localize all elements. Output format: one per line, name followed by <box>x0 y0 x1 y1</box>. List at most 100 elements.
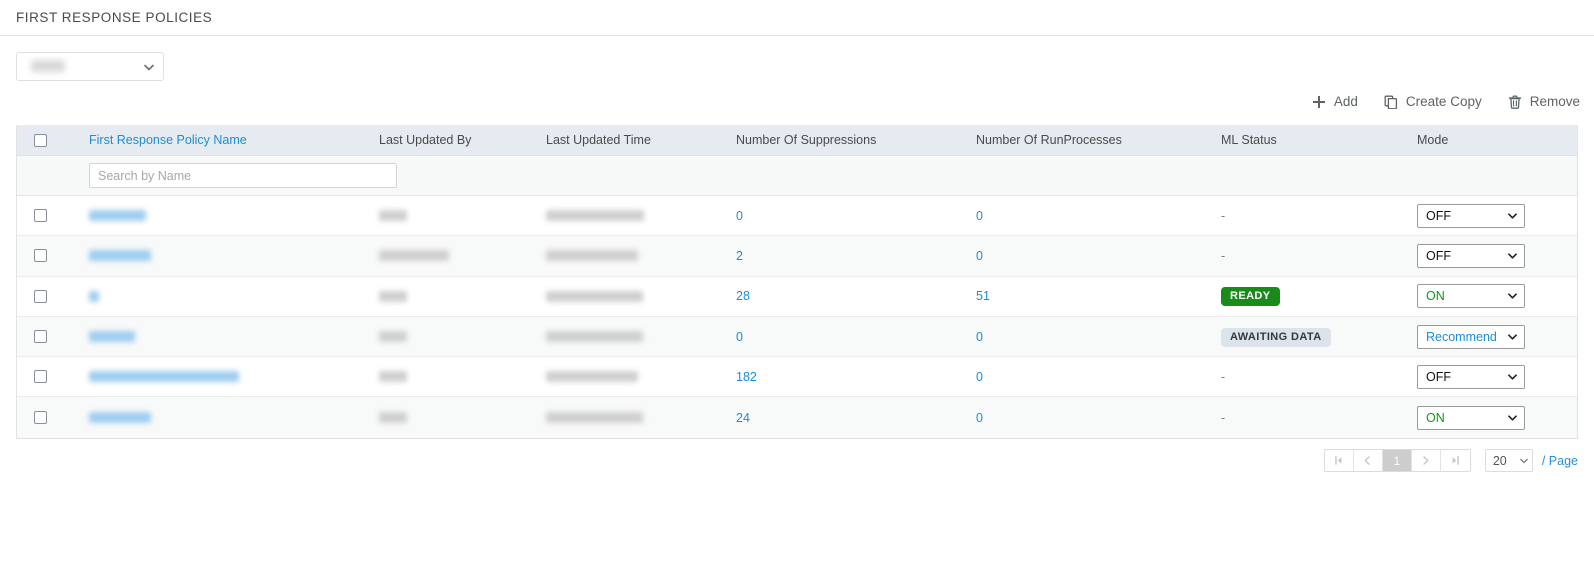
mode-dropdown[interactable]: OFFONRecommend <box>1417 203 1525 228</box>
policy-filter-select[interactable] <box>16 52 164 81</box>
mode-cell: OFFONRecommend <box>1417 324 1577 349</box>
add-button[interactable]: Add <box>1312 94 1358 109</box>
policy-name-link[interactable] <box>89 290 99 302</box>
chevron-down-icon <box>1508 413 1517 422</box>
policy-name-cell[interactable] <box>54 409 379 427</box>
policy-name-cell[interactable] <box>54 368 379 386</box>
updated-time-value <box>546 330 643 342</box>
row-checkbox[interactable] <box>34 249 47 263</box>
policy-name-link[interactable] <box>89 209 146 221</box>
updated-time-value <box>546 371 638 383</box>
column-header-runprocesses[interactable]: Number Of RunProcesses <box>976 133 1221 147</box>
runprocesses-link[interactable]: 51 <box>976 289 990 303</box>
row-checkbox[interactable] <box>34 330 47 344</box>
table-row[interactable]: 0 0 - OFFONRecommend <box>17 196 1577 237</box>
row-checkbox[interactable] <box>34 209 47 223</box>
mode-cell: OFFONRecommend <box>1417 364 1577 389</box>
runprocesses-link[interactable]: 0 <box>976 330 983 344</box>
policy-name-cell[interactable] <box>54 247 379 265</box>
next-page-button[interactable] <box>1411 450 1441 471</box>
updated-by-cell <box>379 409 546 427</box>
mode-dropdown[interactable]: OFFONRecommend <box>1417 324 1525 349</box>
table-row[interactable]: 28 51 READY OFFONRecommend <box>17 276 1577 317</box>
updated-time-cell <box>546 328 736 346</box>
last-page-icon <box>1452 456 1459 465</box>
mode-cell: OFFONRecommend <box>1417 284 1577 309</box>
mode-dropdown[interactable]: OFFONRecommend <box>1417 243 1525 268</box>
ml-status-cell: - <box>1221 409 1417 427</box>
row-checkbox[interactable] <box>34 289 47 303</box>
runprocesses-link[interactable]: 0 <box>976 249 983 263</box>
ml-status-cell: - <box>1221 207 1417 225</box>
column-header-ml-status[interactable]: ML Status <box>1221 133 1417 147</box>
name-search-cell <box>54 163 397 188</box>
plus-icon <box>1312 94 1327 109</box>
suppressions-link[interactable]: 24 <box>736 411 750 425</box>
select-all-checkbox[interactable] <box>34 133 47 147</box>
column-header-suppressions[interactable]: Number Of Suppressions <box>736 133 976 147</box>
page-number-1[interactable]: 1 <box>1382 450 1412 471</box>
updated-time-value <box>546 209 644 221</box>
page-size-dropdown[interactable]: 102050100 <box>1484 449 1533 472</box>
row-checkbox[interactable] <box>34 370 47 384</box>
add-label: Add <box>1333 93 1358 109</box>
mode-dropdown[interactable]: OFFONRecommend <box>1417 284 1525 309</box>
first-response-policies-page: FIRST RESPONSE POLICIES Add Create Copy … <box>0 0 1594 561</box>
policy-name-link[interactable] <box>89 330 135 342</box>
column-header-updated-by[interactable]: Last Updated By <box>379 133 546 147</box>
first-page-button[interactable] <box>1324 450 1354 471</box>
policy-filter-dropdown[interactable] <box>16 52 164 81</box>
row-select-cell <box>17 289 54 303</box>
suppressions-cell: 2 <box>736 247 976 265</box>
mode-dropdown[interactable]: OFFONRecommend <box>1417 364 1525 389</box>
updated-time-value <box>546 250 638 262</box>
per-page-label: / Page <box>1541 453 1578 468</box>
prev-page-button[interactable] <box>1353 450 1383 471</box>
updated-time-cell <box>546 368 736 386</box>
updated-by-value <box>379 209 407 221</box>
runprocesses-link[interactable]: 0 <box>976 411 983 425</box>
table-filter-row <box>17 156 1577 196</box>
row-select-cell <box>17 249 54 263</box>
suppressions-cell: 28 <box>736 287 976 305</box>
policy-name-link[interactable] <box>89 250 151 262</box>
row-checkbox[interactable] <box>34 411 47 425</box>
suppressions-cell: 0 <box>736 207 976 225</box>
updated-time-value <box>546 290 643 302</box>
create-copy-button[interactable]: Create Copy <box>1384 94 1482 109</box>
column-header-mode[interactable]: Mode <box>1417 133 1577 147</box>
policies-table: First Response Policy Name Last Updated … <box>16 125 1578 439</box>
suppressions-link[interactable]: 2 <box>736 249 743 263</box>
policy-name-cell[interactable] <box>54 287 379 305</box>
table-row[interactable]: 24 0 - OFFONRecommend <box>17 397 1577 438</box>
search-input[interactable] <box>89 163 397 188</box>
runprocesses-link[interactable]: 0 <box>976 209 983 223</box>
column-header-name[interactable]: First Response Policy Name <box>54 133 379 147</box>
remove-button[interactable]: Remove <box>1508 94 1580 109</box>
mode-cell: OFFONRecommend <box>1417 203 1577 228</box>
mode-dropdown[interactable]: OFFONRecommend <box>1417 405 1525 430</box>
suppressions-link[interactable]: 0 <box>736 330 743 344</box>
trash-icon <box>1508 94 1523 109</box>
policy-name-cell[interactable] <box>54 328 379 346</box>
table-row[interactable]: 0 0 AWAITING DATA OFFONRecommend <box>17 316 1577 358</box>
suppressions-link[interactable]: 0 <box>736 209 743 223</box>
table-header-row: First Response Policy Name Last Updated … <box>17 125 1577 156</box>
runprocesses-cell: 0 <box>976 368 1221 386</box>
updated-by-value <box>379 411 407 423</box>
suppressions-link[interactable]: 182 <box>736 370 757 384</box>
table-row[interactable]: 182 0 - OFFONRecommend <box>17 357 1577 398</box>
policy-name-link[interactable] <box>89 371 239 383</box>
last-page-button[interactable] <box>1440 450 1470 471</box>
policy-name-link[interactable] <box>89 411 151 423</box>
runprocesses-link[interactable]: 0 <box>976 370 983 384</box>
updated-by-cell <box>379 287 546 305</box>
suppressions-link[interactable]: 28 <box>736 289 750 303</box>
row-select-cell <box>17 209 54 223</box>
policy-name-cell[interactable] <box>54 207 379 225</box>
runprocesses-cell: 0 <box>976 328 1221 346</box>
chevron-down-icon <box>1508 251 1517 260</box>
updated-time-cell <box>546 207 736 225</box>
column-header-updated-time[interactable]: Last Updated Time <box>546 133 736 147</box>
table-row[interactable]: 2 0 - OFFONRecommend <box>17 236 1577 277</box>
